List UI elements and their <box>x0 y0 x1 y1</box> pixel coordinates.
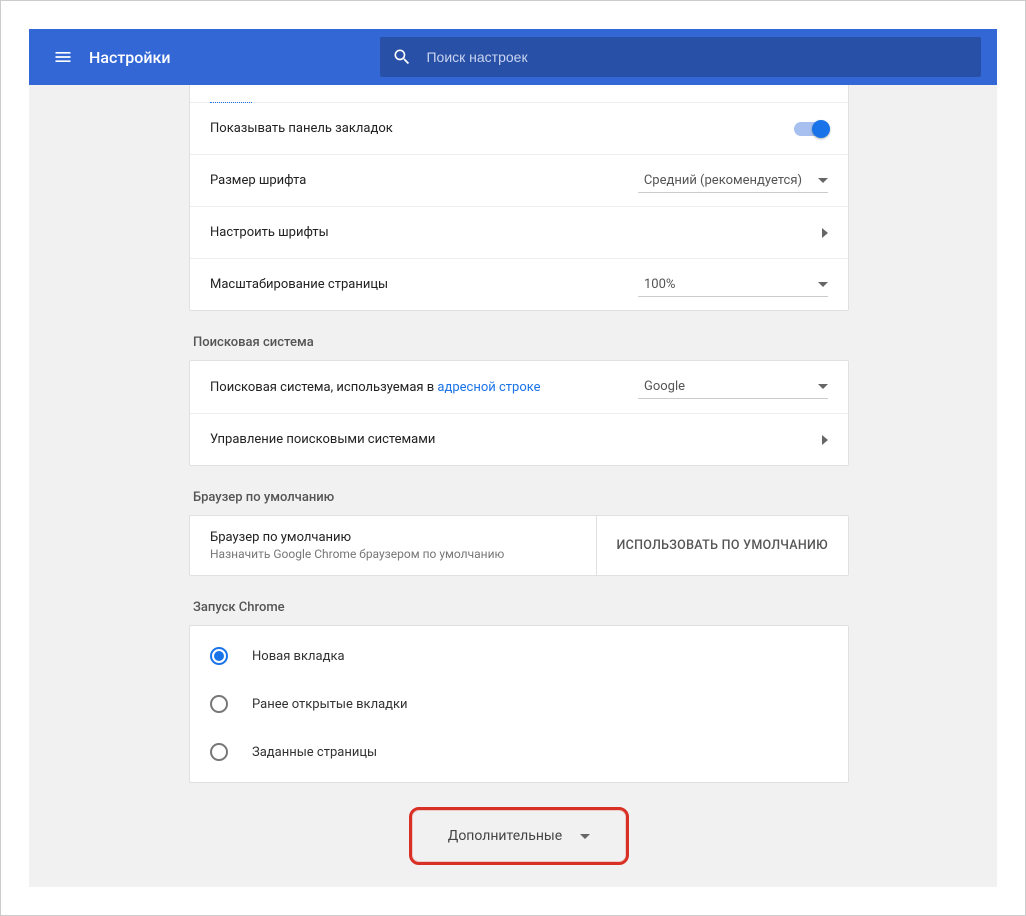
bookmarks-bar-toggle[interactable] <box>794 122 828 136</box>
dropdown-icon <box>818 178 828 183</box>
page-zoom-row: Масштабирование страницы 100% <box>190 258 848 310</box>
startup-option-label: Ранее открытые вкладки <box>252 697 408 712</box>
startup-option-new-tab[interactable]: Новая вкладка <box>190 632 848 680</box>
chevron-right-icon <box>822 435 828 445</box>
advanced-label: Дополнительные <box>448 828 562 844</box>
settings-content: Показывать панель закладок Размер шрифта… <box>29 85 997 887</box>
startup-option-label: Заданные страницы <box>252 745 377 760</box>
page-zoom-select[interactable]: 100% <box>638 273 828 297</box>
default-browser-title: Браузер по умолчанию <box>210 530 576 545</box>
search-engine-label: Поисковая система, используемая в адресн… <box>210 380 638 395</box>
search-section-title: Поисковая система <box>193 335 849 350</box>
chevron-down-icon <box>580 834 590 839</box>
search-field[interactable] <box>380 37 981 77</box>
default-browser-section-title: Браузер по умолчанию <box>193 490 849 505</box>
page-title: Настройки <box>89 48 170 67</box>
font-size-select[interactable]: Средний (рекомендуется) <box>638 169 828 193</box>
search-engine-card: Поисковая система, используемая в адресн… <box>189 360 849 466</box>
default-browser-info: Браузер по умолчанию Назначить Google Ch… <box>190 516 596 575</box>
customize-fonts-row[interactable]: Настроить шрифты <box>190 206 848 258</box>
font-size-row: Размер шрифта Средний (рекомендуется) <box>190 154 848 206</box>
radio-button[interactable] <box>210 695 228 713</box>
bookmarks-bar-row: Показывать панель закладок <box>190 102 848 154</box>
font-size-value: Средний (рекомендуется) <box>644 173 802 188</box>
search-engine-value: Google <box>644 379 685 394</box>
radio-button[interactable] <box>210 743 228 761</box>
startup-section-title: Запуск Chrome <box>193 600 849 615</box>
bookmarks-bar-label: Показывать панель закладок <box>210 121 794 136</box>
appearance-card: Показывать панель закладок Размер шрифта… <box>189 85 849 311</box>
hamburger-icon <box>53 47 73 67</box>
font-size-label: Размер шрифта <box>210 173 638 188</box>
advanced-button[interactable]: Дополнительные <box>409 807 629 865</box>
chevron-right-icon <box>822 228 828 238</box>
page-zoom-value: 100% <box>644 277 675 292</box>
startup-option-continue[interactable]: Ранее открытые вкладки <box>190 680 848 728</box>
search-icon <box>392 47 412 67</box>
customize-fonts-label: Настроить шрифты <box>210 225 822 240</box>
truncated-link[interactable] <box>190 85 848 102</box>
menu-button[interactable] <box>45 39 81 75</box>
search-engine-select[interactable]: Google <box>638 375 828 399</box>
default-browser-card: Браузер по умолчанию Назначить Google Ch… <box>189 515 849 576</box>
dropdown-icon <box>818 282 828 287</box>
set-default-button[interactable]: ИСПОЛЬЗОВАТЬ ПО УМОЛЧАНИЮ <box>596 516 848 575</box>
page-zoom-label: Масштабирование страницы <box>210 277 638 292</box>
startup-card: Новая вкладка Ранее открытые вкладки Зад… <box>189 625 849 783</box>
startup-option-specific[interactable]: Заданные страницы <box>190 728 848 776</box>
search-engine-row: Поисковая система, используемая в адресн… <box>190 361 848 413</box>
manage-search-engines-row[interactable]: Управление поисковыми системами <box>190 413 848 465</box>
default-browser-subtitle: Назначить Google Chrome браузером по умо… <box>210 547 576 561</box>
startup-option-label: Новая вкладка <box>252 649 345 664</box>
search-input[interactable] <box>426 49 969 65</box>
manage-search-engines-label: Управление поисковыми системами <box>210 432 822 447</box>
app-header: Настройки <box>29 29 997 85</box>
address-bar-link[interactable]: адресной строке <box>437 380 540 395</box>
dropdown-icon <box>818 384 828 389</box>
radio-button[interactable] <box>210 647 228 665</box>
